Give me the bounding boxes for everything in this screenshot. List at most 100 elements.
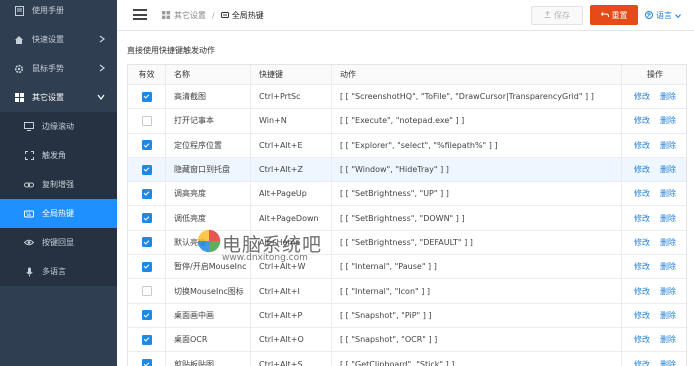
chevron-down-icon <box>675 11 681 20</box>
sidebar-item-copy-enhance[interactable]: 复制增强 <box>0 170 117 199</box>
enabled-cell <box>128 230 166 255</box>
hotkey-name: 调低亮度 <box>166 206 251 230</box>
table-row: 调低亮度 Alt+PageDown[ [ "SetBrightness", "DO… <box>128 206 686 231</box>
edit-link[interactable]: 修改 <box>634 188 650 199</box>
sidebar-item-other-settings[interactable]: 其它设置 <box>0 83 117 112</box>
hotkey-action: [ [ "Window", "HideTray" ] ] <box>332 157 622 182</box>
hotkey-combo: Alt+PageDown <box>251 206 332 230</box>
language-selector[interactable]: 语言 <box>645 10 681 21</box>
hamburger-menu-icon[interactable] <box>133 9 147 20</box>
sidebar-item-mouse-gestures[interactable]: 鼠标手势 <box>0 54 117 83</box>
enabled-checkbox[interactable] <box>141 91 152 102</box>
enabled-checkbox[interactable] <box>141 164 152 175</box>
breadcrumb-current: 全局热键 <box>231 11 264 20</box>
enabled-cell <box>128 109 166 133</box>
sidebar-item-global-hotkeys[interactable]: 全局热键 <box>0 199 117 228</box>
table-row: 高清截图 Ctrl+PrtSc[ [ "ScreenshotHQ", "ToFil… <box>128 85 686 110</box>
enabled-checkbox[interactable] <box>141 188 152 199</box>
table-header-row: 有效 名称 快捷键 动作 操作 <box>128 65 686 85</box>
delete-link[interactable]: 删除 <box>660 334 676 345</box>
hotkey-name: 隐藏窗口到托盘 <box>166 157 251 182</box>
monitor-icon <box>22 120 36 134</box>
enabled-checkbox[interactable] <box>141 115 152 126</box>
table-row: 调高亮度 Alt+PageUp[ [ "SetBrightness", "UP" … <box>128 182 688 207</box>
edit-link[interactable]: 修改 <box>634 286 650 297</box>
edit-link[interactable]: 修改 <box>634 164 650 175</box>
table-row: 打开记事本 Win+N[ [ "Execute", "notepad.exe" ]… <box>128 109 688 134</box>
edit-link[interactable]: 修改 <box>634 213 650 224</box>
delete-link[interactable]: 删除 <box>660 188 676 199</box>
sidebar-item-languages[interactable]: 多语言 <box>0 257 117 286</box>
delete-link[interactable]: 删除 <box>660 237 676 248</box>
hotkey-action: [ [ "SetBrightness", "UP" ] ] <box>332 182 622 206</box>
enabled-checkbox[interactable] <box>141 310 152 321</box>
delete-link[interactable]: 删除 <box>660 164 676 175</box>
save-button[interactable]: 保存 <box>531 6 583 25</box>
table-row: 暂停/开启MouseInc Ctrl+Alt+W[ [ "Internal", "… <box>128 255 688 280</box>
enabled-checkbox[interactable] <box>141 359 152 366</box>
edit-link[interactable]: 修改 <box>634 261 650 272</box>
hotkey-combo: Ctrl+Alt+E <box>251 133 332 157</box>
sidebar-item-key-echo[interactable]: 按键回显 <box>0 228 117 257</box>
delete-link[interactable]: 删除 <box>660 261 676 272</box>
sidebar-item-label: 触发角 <box>42 151 66 160</box>
grid-icon <box>12 91 26 105</box>
delete-link[interactable]: 删除 <box>660 213 676 224</box>
edit-link[interactable]: 修改 <box>634 91 650 102</box>
delete-link[interactable]: 删除 <box>660 140 676 151</box>
hotkey-combo: Win+N <box>251 109 332 133</box>
enabled-cell <box>128 279 166 303</box>
operations-cell: 修改 删除 <box>622 182 688 205</box>
edit-link[interactable]: 修改 <box>634 334 650 345</box>
edit-link[interactable]: 修改 <box>634 140 650 151</box>
enabled-checkbox[interactable] <box>141 140 152 151</box>
page-description: 直接使用快捷键触发动作 <box>127 46 215 55</box>
operations-cell: 修改 删除 <box>622 109 688 132</box>
delete-link[interactable]: 删除 <box>660 359 676 366</box>
enabled-checkbox[interactable] <box>141 213 152 224</box>
hotkey-action: [ [ "GetClipboard", "Stick" ] ] <box>332 352 622 366</box>
sidebar-item-edge-scroll[interactable]: 边缘滚动 <box>0 112 117 141</box>
sidebar-item-label: 按键回显 <box>42 238 74 247</box>
operations-cell: 修改 删除 <box>622 255 688 278</box>
edit-link[interactable]: 修改 <box>634 359 650 366</box>
enabled-cell <box>128 327 166 352</box>
enabled-checkbox[interactable] <box>141 261 152 272</box>
chevron-right-icon <box>99 35 105 45</box>
hotkey-name: 调高亮度 <box>166 182 251 206</box>
upload-icon <box>544 10 551 20</box>
sidebar-item-manual[interactable]: 使用手册 <box>0 0 117 25</box>
home-icon <box>12 33 26 47</box>
hotkey-name: 剪贴板贴图 <box>166 352 251 366</box>
enabled-checkbox[interactable] <box>141 237 152 248</box>
delete-link[interactable]: 删除 <box>660 115 676 126</box>
table-row: 切换MouseInc图标 Ctrl+Alt+I[ [ "Internal", "I… <box>128 279 686 304</box>
edit-link[interactable]: 修改 <box>634 237 650 248</box>
delete-link[interactable]: 删除 <box>660 286 676 297</box>
hotkey-name: 切换MouseInc图标 <box>166 279 251 303</box>
sidebar-item-hot-corners[interactable]: 触发角 <box>0 141 117 170</box>
breadcrumb-parent[interactable]: 其它设置 <box>174 10 206 21</box>
enabled-cell <box>128 157 166 182</box>
column-header-action: 动作 <box>332 65 622 84</box>
enabled-checkbox[interactable] <box>141 334 152 345</box>
enabled-checkbox[interactable] <box>141 286 152 297</box>
corners-icon <box>22 149 36 163</box>
sidebar-item-label: 使用手册 <box>32 6 64 15</box>
enabled-cell <box>128 182 166 206</box>
reset-button[interactable]: 重置 <box>590 5 638 25</box>
hotkey-combo: Ctrl+Alt+Z <box>251 157 332 182</box>
edit-link[interactable]: 修改 <box>634 310 650 321</box>
hotkey-action: [ [ "SetBrightness", "DEFAULT" ] ] <box>332 230 622 255</box>
hotkey-combo: Ctrl+Alt+I <box>251 279 332 303</box>
hotkey-name: 打开记事本 <box>166 109 251 133</box>
sidebar-item-quick-settings[interactable]: 快速设置 <box>0 25 117 54</box>
delete-link[interactable]: 删除 <box>660 310 676 321</box>
operations-cell: 修改 删除 <box>622 158 688 181</box>
table-row: 默认亮度 Alt+Home[ [ "SetBrightness", "DEFAUL… <box>128 230 686 256</box>
microphone-icon <box>22 265 36 279</box>
edit-link[interactable]: 修改 <box>634 115 650 126</box>
table-row: 桌面画中画 Ctrl+Alt+P[ [ "Snapshot", "PiP" ] ]… <box>128 303 686 328</box>
delete-link[interactable]: 删除 <box>660 91 676 102</box>
sidebar-item-label: 鼠标手势 <box>32 64 64 73</box>
